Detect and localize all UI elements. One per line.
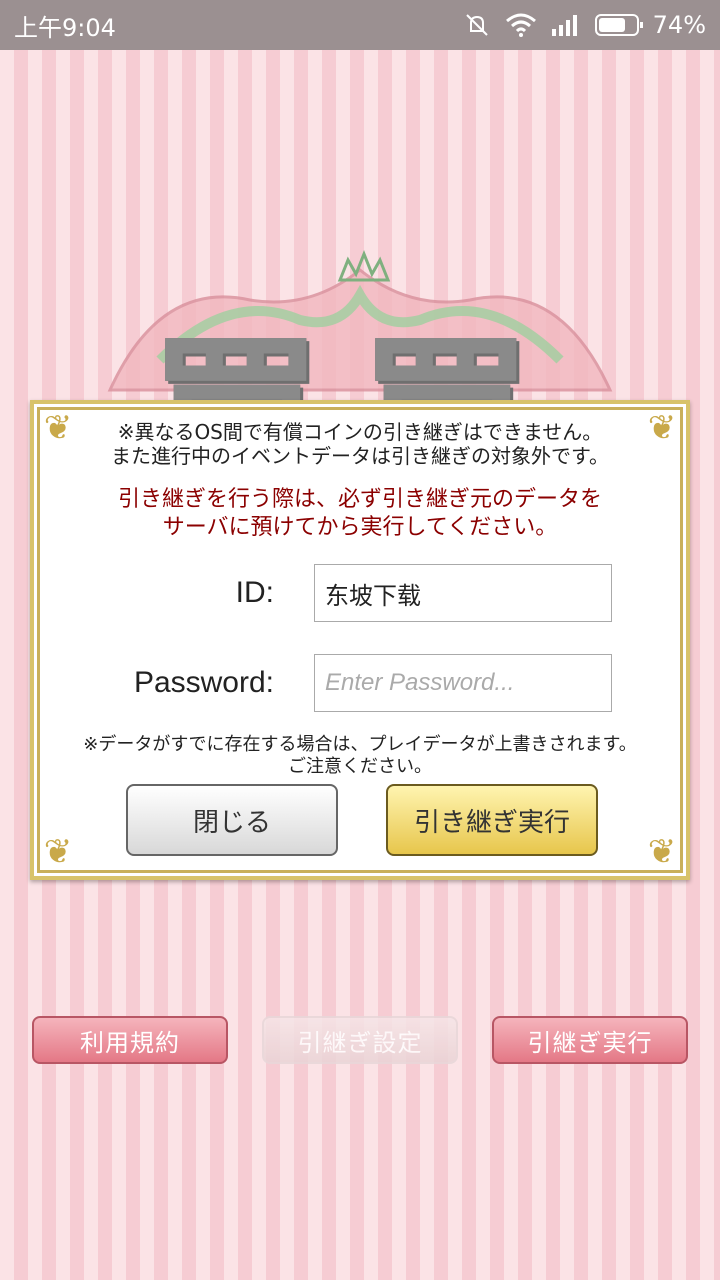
battery-icon [594, 14, 643, 36]
transfer-dialog: ❦ ❦ ❦ ❦ ※異なるOS間で有償コインの引き継ぎはできません。 また進行中の… [30, 400, 690, 880]
upload-warning-line2: サーバに預けてから実行してください。 [162, 515, 558, 540]
password-input[interactable]: Enter Password... [314, 654, 612, 712]
status-time: 上午9:04 [14, 13, 116, 42]
transfer-execute-button[interactable]: 引継ぎ実行 [492, 1016, 688, 1064]
id-input[interactable]: 东坡下载 [314, 564, 612, 622]
overwrite-notice-line2: ご注意ください。 [288, 756, 432, 777]
overwrite-notice-line1: ※データがすでに存在する場合は、プレイデータが上書きされます。 [83, 734, 637, 755]
overwrite-notice: ※データがすでに存在する場合は、プレイデータが上書きされます。 ご注意ください。 [34, 734, 686, 778]
id-label: ID: [235, 576, 274, 609]
execute-transfer-button[interactable]: 引き継ぎ実行 [386, 784, 598, 856]
status-icons: 74% [463, 11, 706, 39]
wifi-icon [505, 12, 537, 38]
transfer-settings-button[interactable]: 引継ぎ設定 [262, 1016, 458, 1064]
upload-warning-line1: 引き継ぎを行う際は、必ず引き継ぎ元のデータを [117, 487, 602, 512]
mute-icon [463, 11, 491, 39]
ornament-corner-icon: ❦ [43, 832, 73, 872]
password-label: Password: [133, 666, 274, 699]
status-bar: 上午9:04 74% [0, 0, 720, 50]
close-button[interactable]: 閉じる [126, 784, 338, 856]
upload-warning: 引き継ぎを行う際は、必ず引き継ぎ元のデータを サーバに預けてから実行してください… [34, 486, 686, 542]
battery-percent: 74% [652, 11, 706, 39]
terms-button[interactable]: 利用規約 [32, 1016, 228, 1064]
ornament-corner-icon: ❦ [647, 832, 677, 872]
os-notice-line1: ※異なるOS間で有償コインの引き継ぎはできません。 [117, 420, 603, 444]
os-notice-line2: また進行中のイベントデータは引き継ぎの対象外です。 [111, 444, 609, 468]
signal-icon [551, 13, 581, 37]
os-notice: ※異なるOS間で有償コインの引き継ぎはできません。 また進行中のイベントデータは… [34, 420, 686, 468]
